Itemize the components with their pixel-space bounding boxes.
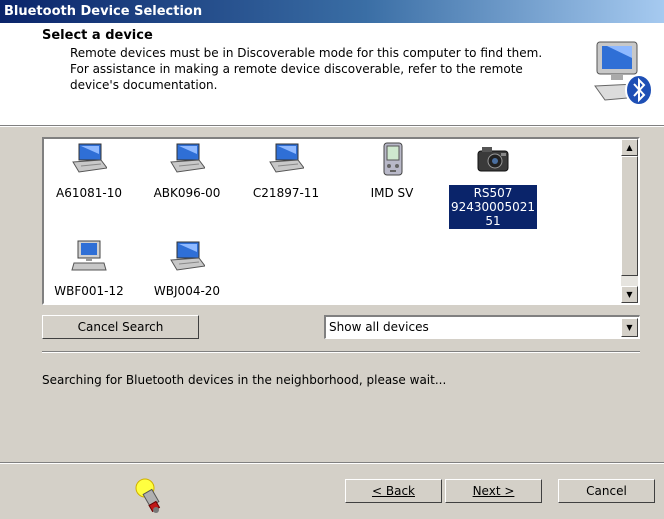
laptop-icon: [72, 143, 108, 173]
device-filter-select[interactable]: Show all devices ▼: [324, 315, 640, 339]
divider: [42, 351, 640, 353]
device-label: WBJ004-20: [153, 284, 221, 298]
device-label: RS507 92430005021 51: [448, 184, 538, 230]
description-line-1: Remote devices must be in Discoverable m…: [70, 46, 543, 60]
scroll-up-button[interactable]: ▲: [621, 139, 638, 156]
scroll-thumb[interactable]: [621, 156, 638, 276]
description-line-3: device's documentation.: [70, 78, 218, 92]
scroll-down-button[interactable]: ▼: [621, 286, 638, 303]
device-list[interactable]: A61081-10 ABK096-00 C21897-11 IMD SV RS5…: [42, 137, 640, 305]
laptop-icon: [170, 241, 206, 271]
desktop-computer-icon: [71, 240, 107, 271]
device-label: ABK096-00: [153, 186, 221, 200]
device-item[interactable]: WBF001-12: [44, 240, 134, 299]
camera-icon: [477, 147, 509, 172]
description-line-2: For assistance in making a remote device…: [70, 62, 523, 76]
header-divider: [0, 125, 664, 127]
device-item[interactable]: WBJ004-20: [142, 240, 232, 299]
device-item-selected[interactable]: RS507 92430005021 51: [445, 142, 541, 230]
next-button[interactable]: Next >: [445, 479, 542, 503]
status-text: Searching for Bluetooth devices in the n…: [42, 373, 447, 387]
back-button[interactable]: < Back: [345, 479, 442, 503]
laptop-icon: [170, 143, 206, 173]
cancel-button[interactable]: Cancel: [558, 479, 655, 503]
cancel-search-button[interactable]: Cancel Search: [42, 315, 199, 339]
device-filter-value: Show all devices: [329, 320, 429, 334]
page-description: Remote devices must be in Discoverable m…: [70, 45, 570, 93]
device-label: WBF001-12: [54, 284, 124, 298]
window-title: Bluetooth Device Selection: [0, 0, 664, 23]
pda-icon: [383, 142, 403, 176]
footer-divider: [0, 462, 664, 464]
chevron-down-icon[interactable]: ▼: [621, 318, 638, 337]
device-item[interactable]: ABK096-00: [142, 142, 232, 201]
device-item[interactable]: A61081-10: [44, 142, 134, 201]
lightbulb-icon: [135, 478, 161, 513]
bluetooth-computer-icon: [594, 41, 653, 106]
device-item[interactable]: C21897-11: [241, 142, 331, 201]
page-title: Select a device: [42, 28, 153, 43]
device-label: IMD SV: [370, 186, 414, 200]
device-item[interactable]: IMD SV: [347, 142, 437, 201]
device-label: A61081-10: [56, 186, 122, 200]
device-label: C21897-11: [252, 186, 320, 200]
vertical-scrollbar[interactable]: ▲ ▼: [621, 139, 638, 303]
laptop-icon: [269, 143, 305, 173]
